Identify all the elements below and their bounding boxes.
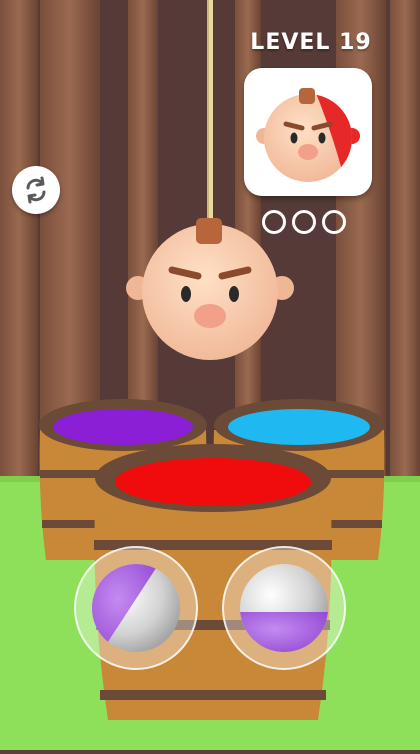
progress-circle-icon [262,210,286,234]
target-face-image [256,88,360,182]
restart-icon [26,176,46,204]
pillar-right-2 [390,0,420,480]
purple-bottom-half-ball-icon [240,564,328,652]
pillar-left [0,0,38,480]
progress-indicator [262,210,346,234]
choice-button-1[interactable] [74,546,198,670]
hair-tuft [196,218,222,244]
progress-circle-icon [322,210,346,234]
game-scene: LEVEL 19 [0,0,420,750]
choice-button-2[interactable] [222,546,346,670]
progress-circle-icon [292,210,316,234]
target-preview-card [244,68,372,196]
purple-diagonal-ball-icon [92,564,180,652]
level-indicator: LEVEL 19 [250,30,372,55]
restart-button[interactable] [12,166,60,214]
